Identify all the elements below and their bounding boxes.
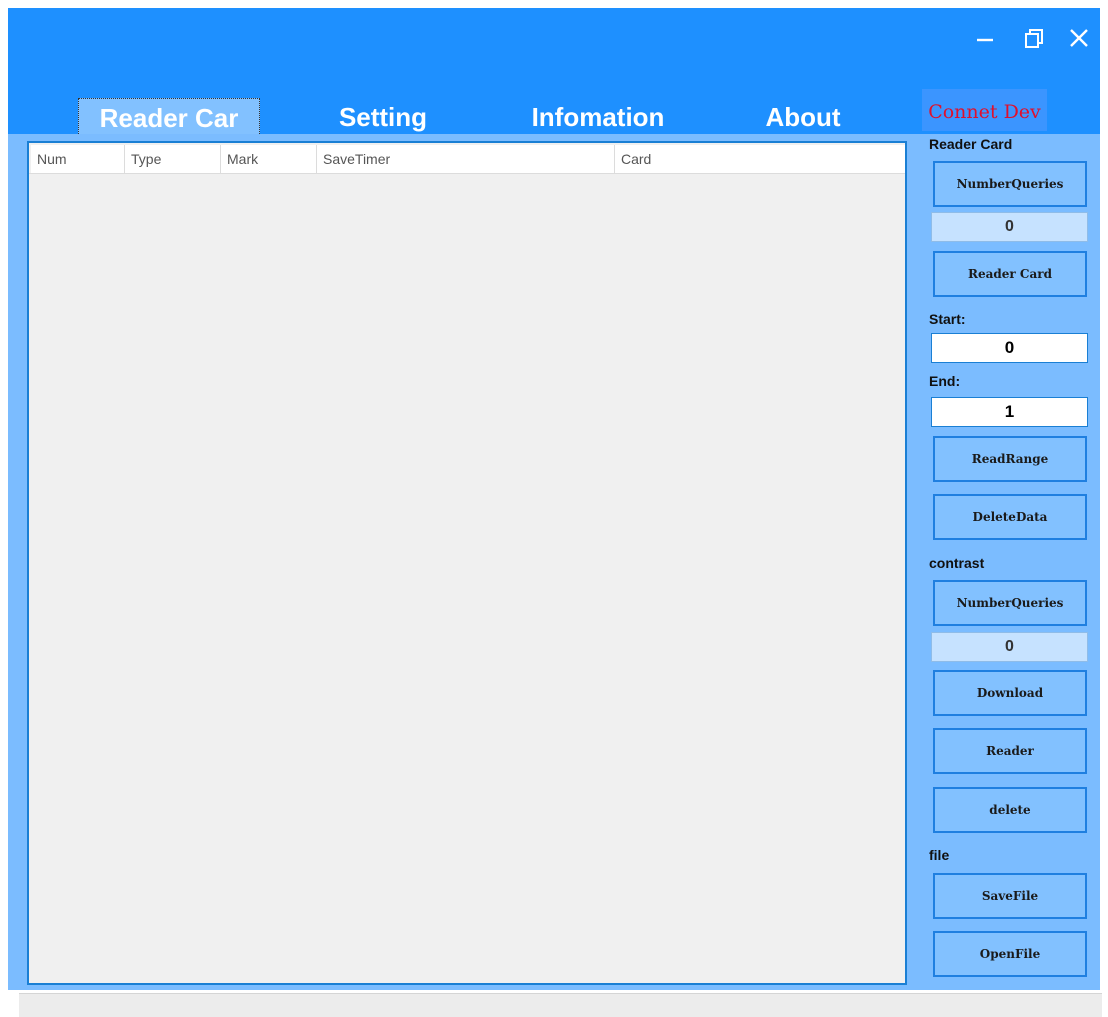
header-divider bbox=[29, 173, 905, 174]
reader-button[interactable]: Reader bbox=[933, 728, 1087, 774]
tab-infomation[interactable]: Infomation bbox=[503, 98, 693, 136]
close-icon[interactable] bbox=[1064, 23, 1094, 53]
connect-device-button[interactable]: Connet Dev bbox=[922, 89, 1047, 131]
status-bar bbox=[19, 993, 1102, 1017]
contrast-section-title: contrast bbox=[929, 555, 985, 571]
reader-card-button[interactable]: Reader Card bbox=[933, 251, 1087, 297]
query-count-display: 0 bbox=[931, 212, 1088, 242]
minimize-icon[interactable] bbox=[971, 23, 1001, 53]
column-header-num[interactable]: Num bbox=[31, 145, 125, 173]
column-header-mark[interactable]: Mark bbox=[221, 145, 317, 173]
end-label: End: bbox=[929, 373, 961, 389]
end-field[interactable]: 1 bbox=[931, 397, 1088, 427]
file-section-title: file bbox=[929, 847, 950, 863]
delete-data-button[interactable]: DeleteData bbox=[933, 494, 1087, 540]
delete-button[interactable]: delete bbox=[933, 787, 1087, 833]
tab-about[interactable]: About bbox=[738, 98, 868, 136]
app-window: Reader Car Setting Infomation About Conn… bbox=[0, 0, 1108, 1017]
column-header-type[interactable]: Type bbox=[125, 145, 221, 173]
open-file-button[interactable]: OpenFile bbox=[933, 931, 1087, 977]
column-header-savetimer[interactable]: SaveTimer bbox=[317, 145, 615, 173]
tab-reader-car[interactable]: Reader Car bbox=[78, 98, 260, 136]
tab-setting[interactable]: Setting bbox=[313, 98, 453, 136]
start-label: Start: bbox=[929, 311, 966, 327]
column-header-card[interactable]: Card bbox=[615, 145, 905, 173]
download-button[interactable]: Download bbox=[933, 670, 1087, 716]
read-range-button[interactable]: ReadRange bbox=[933, 436, 1087, 482]
save-file-button[interactable]: SaveFile bbox=[933, 873, 1087, 919]
contrast-number-queries-button[interactable]: NumberQueries bbox=[933, 580, 1087, 626]
number-queries-button[interactable]: NumberQueries bbox=[933, 161, 1087, 207]
start-field[interactable]: 0 bbox=[931, 333, 1088, 363]
contrast-count-display: 0 bbox=[931, 632, 1088, 662]
restore-icon[interactable] bbox=[1018, 23, 1048, 53]
card-data-table[interactable]: Num Type Mark SaveTimer Card bbox=[27, 141, 907, 985]
reader-card-section-title: Reader Card bbox=[929, 136, 1013, 152]
